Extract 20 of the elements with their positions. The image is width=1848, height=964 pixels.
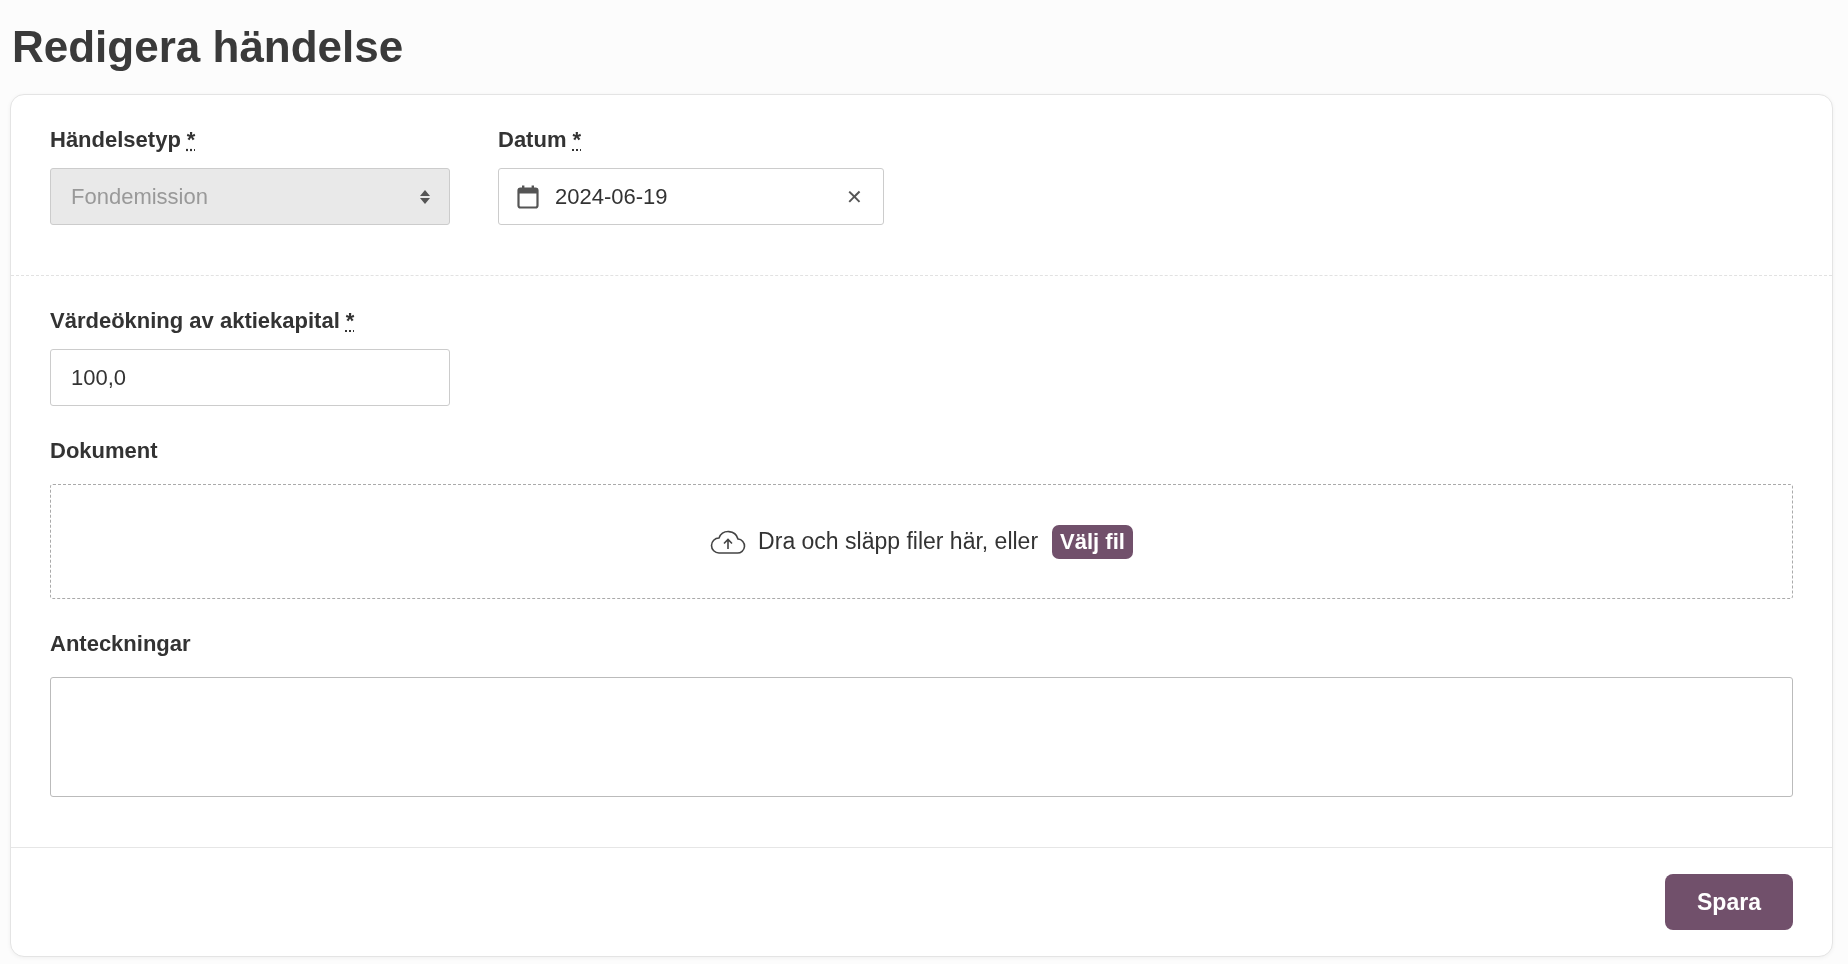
save-button[interactable]: Spara — [1665, 874, 1793, 930]
required-mark: * — [572, 127, 581, 153]
page-title: Redigera händelse — [11, 21, 404, 73]
capital-input[interactable]: 100,0 — [50, 349, 450, 406]
field-label: Händelsetyp — [50, 127, 181, 153]
field-label: Datum — [498, 127, 567, 153]
dropzone-prompt: Dra och släpp filer här, eller — [758, 528, 1039, 555]
cloud-upload-icon — [710, 528, 747, 555]
clear-button[interactable]: ✕ — [842, 184, 867, 209]
file-dropzone[interactable]: Dra och släpp filer här, eller Välj fil — [50, 484, 1793, 599]
date-field[interactable]: 2024-06-19 ✕ — [498, 168, 884, 225]
required-mark: * — [345, 308, 355, 334]
sort-caret-icon — [419, 188, 431, 205]
calendar-icon — [517, 184, 539, 209]
field-label: Dokument — [50, 438, 158, 464]
notes-textarea[interactable] — [50, 677, 1793, 797]
field-label: Värdeökning av aktiekapital — [50, 308, 340, 334]
required-mark: * — [186, 127, 196, 153]
field-label: Anteckningar — [50, 631, 191, 657]
choose-file-button[interactable]: Välj fil — [1052, 524, 1133, 559]
